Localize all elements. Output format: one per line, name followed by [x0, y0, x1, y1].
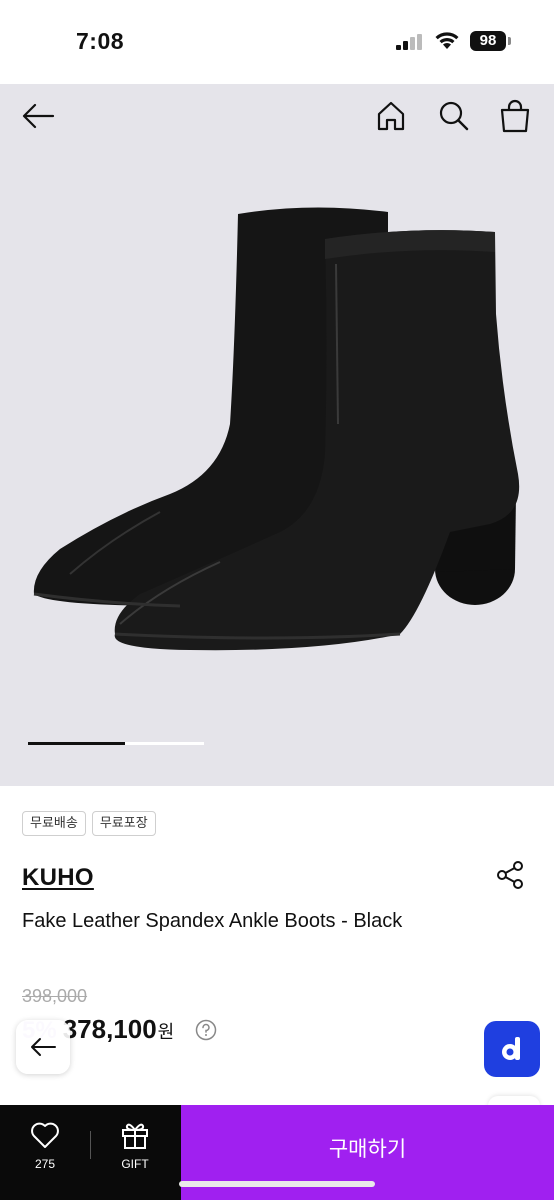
bottom-bar-left: 275 GIFT	[0, 1105, 181, 1200]
status-time: 7:08	[76, 28, 125, 54]
status-bar: 7:08 98	[0, 0, 554, 84]
question-icon[interactable]	[195, 1019, 217, 1041]
free-wrapping-badge: 무료포장	[91, 811, 156, 836]
home-indicator	[179, 1181, 375, 1187]
app-shortcut-button[interactable]	[484, 1021, 540, 1077]
carousel-indicator	[28, 742, 204, 745]
signal-icon	[396, 34, 422, 50]
like-button[interactable]: 275	[16, 1121, 74, 1181]
app-logo-icon	[502, 1037, 520, 1060]
carousel-indicator-fill	[28, 742, 125, 745]
free-shipping-badge: 무료배송	[22, 811, 86, 836]
arrow-left-icon	[31, 1038, 56, 1056]
currency-unit: 원	[157, 1022, 175, 1043]
heart-icon	[31, 1122, 59, 1148]
gift-button[interactable]: GIFT	[106, 1121, 164, 1181]
gift-icon	[122, 1123, 148, 1149]
bar-divider	[90, 1131, 91, 1159]
wifi-icon	[435, 32, 459, 49]
floating-back-button[interactable]	[16, 1020, 70, 1074]
share-icon[interactable]	[494, 859, 526, 891]
back-arrow-icon[interactable]	[20, 98, 56, 134]
home-icon[interactable]	[373, 98, 409, 134]
shopping-bag-icon[interactable]	[497, 98, 533, 134]
product-name: Fake Leather Spandex Ankle Boots - Black	[22, 910, 403, 932]
brand-link[interactable]: KUHO	[22, 864, 94, 892]
shipping-badges: 무료배송 무료포장	[22, 811, 156, 836]
original-price: 398,000	[22, 986, 88, 1006]
like-count: 275	[34, 1157, 56, 1171]
ankle-boots-image	[33, 207, 520, 651]
gift-label: GIFT	[121, 1157, 149, 1171]
battery-indicator: 98	[470, 31, 506, 51]
product-hero[interactable]	[0, 84, 554, 786]
search-icon[interactable]	[435, 98, 471, 134]
sale-price: 378,100	[62, 1014, 157, 1044]
battery-tip	[508, 37, 511, 45]
